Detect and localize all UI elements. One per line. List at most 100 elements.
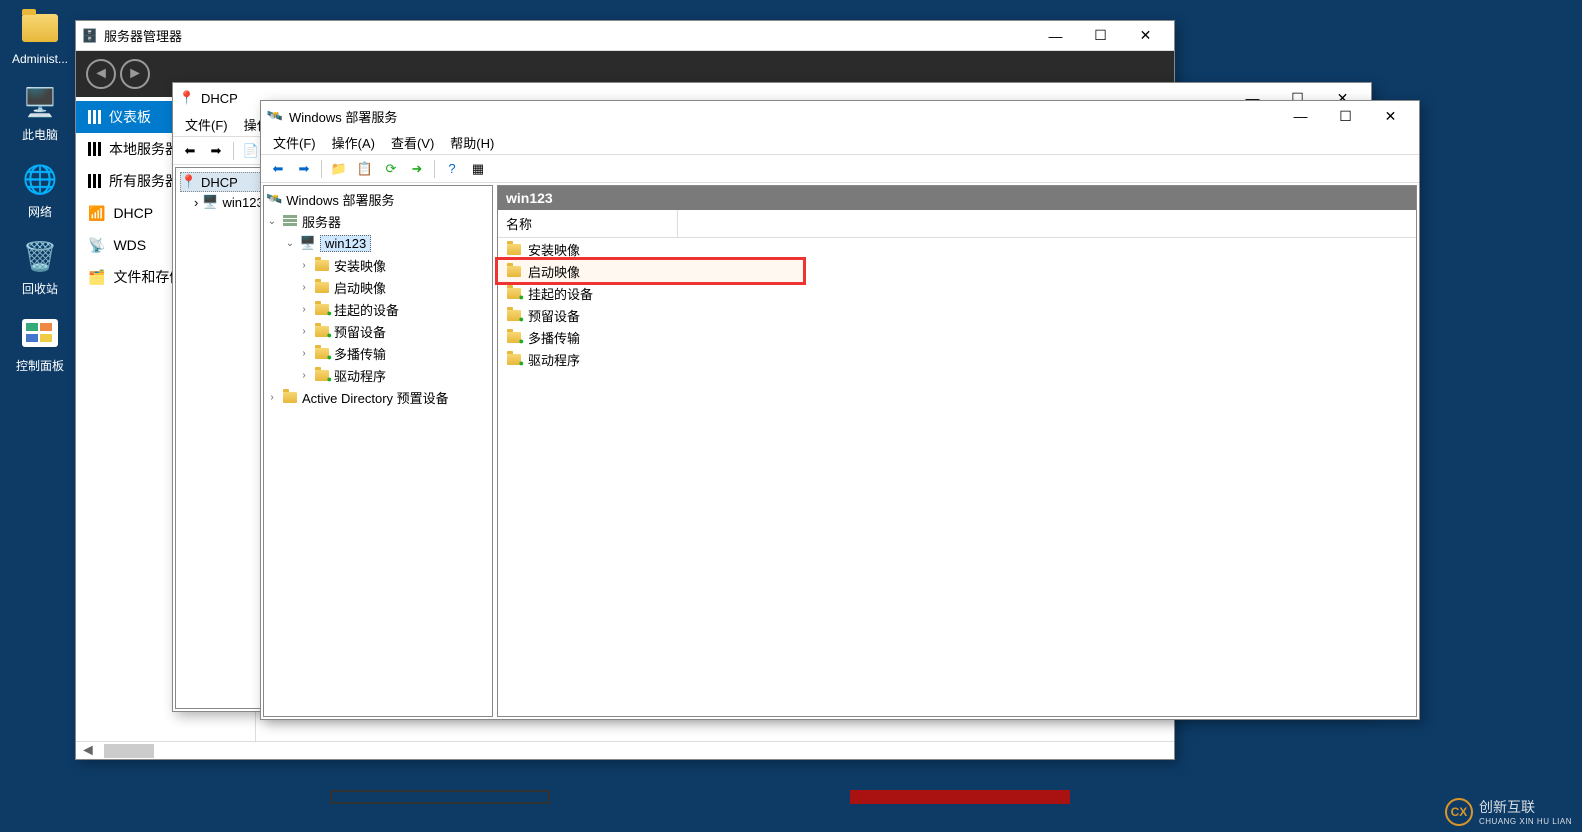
tree-node-child[interactable]: › 多播传输 (266, 342, 490, 364)
back-button[interactable]: ◄ (86, 59, 116, 89)
tree-node-child[interactable]: › 挂起的设备 (266, 298, 490, 320)
desktop: Administ... 🖥️ 此电脑 🌐 网络 🗑️ 回收站 控制面板 (0, 0, 80, 382)
titlebar[interactable]: 🗄️ 服务器管理器 — ☐ ✕ (76, 21, 1174, 51)
forward-button[interactable]: ➡ (205, 140, 227, 162)
desktop-icon-network[interactable]: 🌐 网络 (0, 151, 80, 228)
collapse-icon[interactable]: ⌄ (266, 216, 278, 227)
menu-bar: 文件(F) 操作(A) 查看(V) 帮助(H) (261, 131, 1419, 155)
desktop-icon-label: 此电脑 (4, 126, 76, 143)
partial-content-below (330, 790, 1070, 804)
folder-icon (314, 367, 330, 383)
desktop-icon-label: 网络 (4, 203, 76, 220)
list-view-button[interactable]: 📋 (354, 158, 376, 180)
desktop-icon-control-panel[interactable]: 控制面板 (0, 305, 80, 382)
window-title: Windows 部署服务 (289, 107, 397, 126)
expand-icon[interactable]: › (298, 304, 310, 315)
folder-icon (314, 323, 330, 339)
collapse-icon[interactable]: ⌄ (284, 238, 296, 249)
tree-node-ad-devices[interactable]: › Active Directory 预置设备 (266, 386, 490, 408)
servers-icon (88, 174, 101, 188)
back-button[interactable]: ⬅ (179, 140, 201, 162)
server-icon: 🖥️ (300, 235, 316, 251)
folder-icon (506, 241, 522, 257)
forward-button[interactable]: ➡ (293, 158, 315, 180)
close-button[interactable]: ✕ (1123, 22, 1168, 50)
refresh-button[interactable]: ⟳ (380, 158, 402, 180)
list-item-label: 安装映像 (528, 240, 580, 259)
desktop-icon-recycle-bin[interactable]: 🗑️ 回收站 (0, 228, 80, 305)
tree-node-child[interactable]: › 驱动程序 (266, 364, 490, 386)
list-item[interactable]: 安装映像 (498, 238, 1416, 260)
tree-node-label: 安装映像 (334, 256, 386, 275)
folder-icon (506, 307, 522, 323)
expand-icon[interactable]: › (266, 392, 278, 403)
folder-icon (506, 285, 522, 301)
maximize-button[interactable]: ☐ (1078, 22, 1123, 50)
wds-app-icon: 🛰️ (267, 108, 283, 124)
menu-view[interactable]: 查看(V) (385, 131, 440, 154)
wds-icon: 🛰️ (266, 191, 282, 207)
desktop-icon-label: 回收站 (4, 280, 76, 297)
control-panel-icon (20, 313, 60, 353)
expand-icon[interactable]: › (298, 260, 310, 271)
list-item[interactable]: 预留设备 (498, 304, 1416, 326)
window-title: 服务器管理器 (104, 26, 182, 45)
help-button[interactable]: ? (441, 158, 463, 180)
folder-icon (506, 351, 522, 367)
list-item[interactable]: 启动映像 (498, 260, 803, 282)
back-button[interactable]: ⬅ (267, 158, 289, 180)
folder-up-button[interactable]: 📁 (328, 158, 350, 180)
folder-icon (22, 14, 58, 42)
minimize-button[interactable]: — (1033, 22, 1078, 50)
menu-action[interactable]: 操作(A) (326, 131, 381, 154)
toolbar: ⬅ ➡ 📁 📋 ⟳ ➜ ? ▦ (261, 155, 1419, 183)
desktop-icon-this-pc[interactable]: 🖥️ 此电脑 (0, 74, 80, 151)
up-button[interactable]: 📄 (240, 140, 262, 162)
expand-icon[interactable]: › (298, 326, 310, 337)
servers-icon (282, 213, 298, 229)
minimize-button[interactable]: — (1278, 102, 1323, 130)
maximize-button[interactable]: ☐ (1323, 102, 1368, 130)
tree-node-label: 预留设备 (334, 322, 386, 341)
tree-node-servers[interactable]: ⌄ 服务器 (266, 210, 490, 232)
titlebar[interactable]: 🛰️ Windows 部署服务 — ☐ ✕ (261, 101, 1419, 131)
properties-button[interactable]: ▦ (467, 158, 489, 180)
close-button[interactable]: ✕ (1368, 102, 1413, 130)
expand-icon[interactable]: › (298, 370, 310, 381)
menu-file[interactable]: 文件(F) (179, 113, 234, 136)
watermark-sub: CHUANG XIN HU LIAN (1479, 817, 1572, 826)
box-red (850, 790, 1070, 804)
tree-node-child[interactable]: › 启动映像 (266, 276, 490, 298)
forward-button[interactable]: ► (120, 59, 150, 89)
wds-window: 🛰️ Windows 部署服务 — ☐ ✕ 文件(F) 操作(A) 查看(V) … (260, 100, 1420, 720)
list-item-label: 启动映像 (528, 262, 580, 281)
column-header-name[interactable]: 名称 (498, 210, 678, 237)
export-button[interactable]: ➜ (406, 158, 428, 180)
list-item[interactable]: 驱动程序 (498, 348, 1416, 370)
tree-node-label: 驱动程序 (334, 366, 386, 385)
dhcp-icon: 📶 (88, 205, 105, 222)
list-item[interactable]: 多播传输 (498, 326, 1416, 348)
folder-icon (282, 389, 298, 405)
computer-icon: 🖥️ (20, 82, 60, 122)
box-outline (330, 790, 550, 804)
dhcp-app-icon: 📍 (179, 90, 195, 106)
watermark-brand: 创新互联 (1479, 797, 1572, 817)
tree-node-wds-root[interactable]: 🛰️ Windows 部署服务 (266, 188, 490, 210)
desktop-icon-user-folder[interactable]: Administ... (0, 0, 80, 74)
folder-icon (314, 345, 330, 361)
list-item-label: 驱动程序 (528, 350, 580, 369)
menu-file[interactable]: 文件(F) (267, 131, 322, 154)
list-item[interactable]: 挂起的设备 (498, 282, 1416, 304)
tree-node-host[interactable]: ⌄ 🖥️ win123 (266, 232, 490, 254)
desktop-icon-label: Administ... (4, 52, 76, 66)
horizontal-scrollbar[interactable]: ◄ (76, 741, 1174, 759)
menu-help[interactable]: 帮助(H) (444, 131, 500, 154)
expand-icon[interactable]: › (298, 348, 310, 359)
scrollbar-thumb[interactable] (104, 744, 154, 758)
pane-header: win123 (498, 186, 1416, 210)
expand-icon[interactable]: › (298, 282, 310, 293)
dashboard-icon (88, 110, 101, 124)
tree-node-child[interactable]: › 预留设备 (266, 320, 490, 342)
tree-node-child[interactable]: › 安装映像 (266, 254, 490, 276)
